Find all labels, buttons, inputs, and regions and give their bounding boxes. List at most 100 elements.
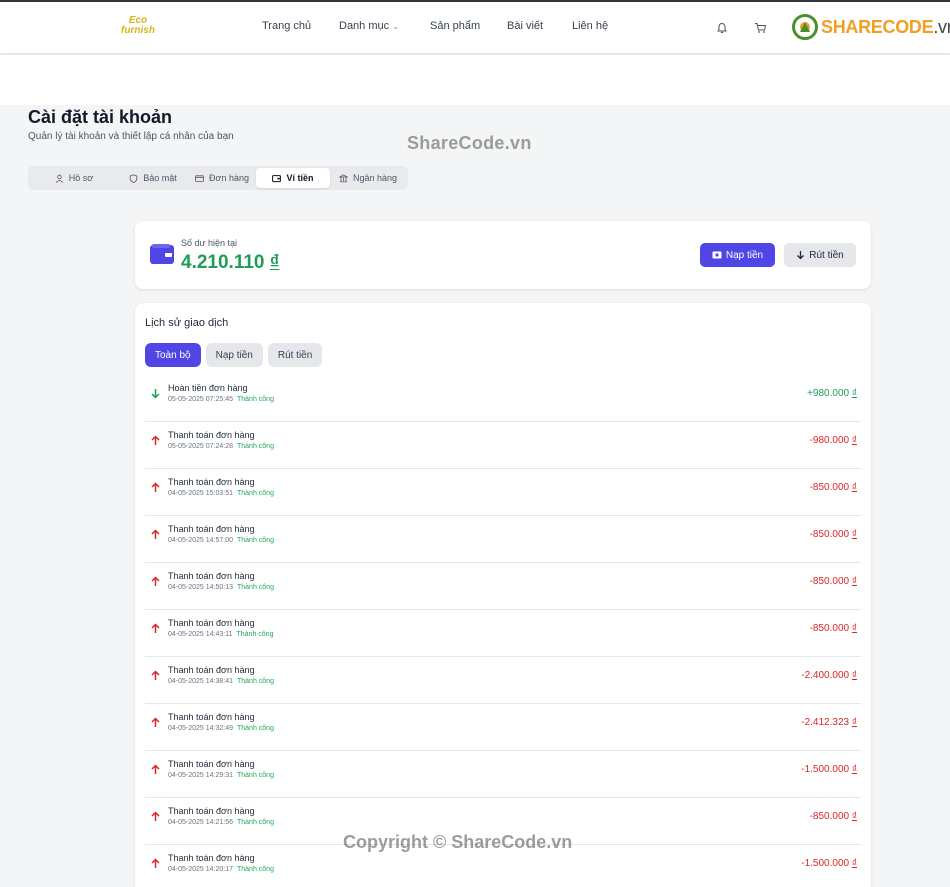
transaction-meta: 04-05-2025 14:38:41 Thành công — [168, 678, 274, 685]
tab-orders-label: Đơn hàng — [209, 173, 249, 183]
tab-security[interactable]: Bảo mật — [118, 168, 188, 188]
transaction-meta: 04-05-2025 14:20:17 Thành công — [168, 866, 274, 873]
watermark-bottom: Copyright © ShareCode.vn — [343, 832, 573, 852]
history-filters: Toàn bộ Nạp tiền Rút tiền — [145, 343, 323, 367]
arrow-down-icon — [151, 389, 160, 399]
balance-label: Số dư hiện tại — [181, 238, 238, 248]
transaction-meta: 05-05-2025 07:24:28 Thành công — [168, 443, 274, 450]
transaction-status: Thành công — [237, 537, 274, 544]
transaction-status: Thành công — [237, 443, 274, 450]
transaction-title: Thanh toán đơn hàng — [168, 806, 255, 816]
transaction-amount-value: -1.500.000 — [801, 858, 850, 869]
user-icon — [55, 174, 63, 183]
transaction-meta: 04-05-2025 14:50:13 Thành công — [168, 584, 274, 591]
transaction-amount: -850.000 ₫ — [810, 811, 857, 822]
tab-security-label: Bảo mật — [143, 173, 177, 183]
transaction-time: 04-05-2025 14:20:17 — [168, 866, 233, 873]
transaction-time: 04-05-2025 14:38:41 — [168, 678, 233, 685]
deposit-button[interactable]: Nạp tiền — [700, 243, 775, 267]
card-icon — [195, 174, 204, 182]
transaction-currency: ₫ — [851, 858, 857, 869]
site-logo[interactable]: Eco furnish — [118, 16, 158, 40]
arrow-up-icon — [151, 811, 160, 821]
withdraw-button[interactable]: Rút tiền — [784, 243, 856, 267]
nav-categories-label: Danh mục — [339, 20, 390, 32]
page-subtitle: Quản lý tài khoản và thiết lập cá nhân c… — [28, 131, 234, 142]
transaction-meta: 04-05-2025 14:29:31 Thành công — [168, 772, 274, 779]
transaction-time: 04-05-2025 14:43:11 — [168, 631, 233, 638]
transaction-title: Thanh toán đơn hàng — [168, 853, 255, 863]
nav-contact[interactable]: Liên hệ — [572, 20, 608, 32]
transaction-currency: ₫ — [851, 576, 857, 587]
transaction-amount: -2.400.000 ₫ — [801, 670, 857, 681]
arrow-up-icon — [151, 623, 160, 633]
arrow-up-icon — [151, 670, 160, 680]
tab-orders[interactable]: Đơn hàng — [188, 168, 256, 188]
transaction-amount-value: -850.000 — [809, 482, 850, 493]
arrow-up-icon — [151, 858, 160, 868]
transaction-status: Thành công — [237, 866, 274, 873]
transaction-meta: 04-05-2025 14:57:00 Thành công — [168, 537, 274, 544]
main-nav: Trang chủ Danh mục ⌄ Sản phẩm Bài viết L… — [262, 20, 608, 32]
nav-posts[interactable]: Bài viết — [507, 20, 572, 32]
top-navbar: Eco furnish Trang chủ Danh mục ⌄ Sản phẩ… — [0, 0, 950, 54]
arrow-up-icon — [151, 717, 160, 727]
watermark-top: ShareCode.vn — [407, 133, 532, 153]
transaction-row: Hoàn tiền đơn hàng 05-05-2025 07:25:45 Thà… — [145, 375, 861, 422]
tab-bank-label: Ngân hàng — [352, 173, 398, 183]
tab-bank[interactable]: Ngân hàng — [330, 168, 406, 188]
transaction-title: Thanh toán đơn hàng — [168, 430, 255, 440]
balance-currency: ₫ — [269, 252, 280, 273]
transaction-time: 04-05-2025 14:32:49 — [168, 725, 233, 732]
transaction-amount: +980.000 ₫ — [807, 388, 857, 399]
arrow-down-icon — [797, 251, 805, 260]
transaction-amount-value: -850.000 — [809, 811, 850, 822]
transaction-amount: -850.000 ₫ — [810, 482, 857, 493]
transaction-amount-value: -2.412.323 — [801, 717, 850, 728]
filter-deposit[interactable]: Nạp tiền — [205, 343, 263, 367]
transaction-title: Thanh toán đơn hàng — [168, 524, 255, 534]
transaction-status: Thành công — [237, 772, 274, 779]
transaction-status: Thành công — [237, 725, 274, 732]
transaction-title: Thanh toán đơn hàng — [168, 618, 255, 628]
transaction-time: 04-05-2025 15:03:51 — [168, 490, 233, 497]
transaction-status: Thành công — [237, 584, 274, 591]
bank-icon — [338, 173, 348, 182]
nav-categories[interactable]: Danh mục ⌄ — [339, 20, 430, 32]
settings-tabs: Hồ sơ Bảo mật Đơn hàng Ví tiền Ngân hàng — [28, 166, 408, 190]
transaction-row: Thanh toán đơn hàng 05-05-2025 07:24:28 Th… — [145, 422, 861, 469]
transaction-meta: 04-05-2025 14:43:11 Thành công — [168, 631, 273, 638]
transaction-amount: -850.000 ₫ — [810, 576, 857, 587]
transaction-time: 04-05-2025 14:50:13 — [168, 584, 233, 591]
page-title: Cài đặt tài khoản — [28, 107, 173, 127]
bell-icon[interactable] — [716, 22, 728, 34]
tab-profile[interactable]: Hồ sơ — [30, 168, 118, 188]
logo-text-bottom: furnish — [121, 25, 155, 36]
cart-icon[interactable] — [754, 22, 767, 34]
transaction-status: Thành công — [237, 678, 274, 685]
transaction-meta: 05-05-2025 07:25:45 Thành công — [168, 396, 274, 403]
transaction-time: 05-05-2025 07:24:28 — [168, 443, 233, 450]
chevron-down-icon: ⌄ — [392, 22, 399, 31]
arrow-up-icon — [151, 764, 160, 774]
transaction-title: Thanh toán đơn hàng — [168, 712, 255, 722]
filter-withdraw[interactable]: Rút tiền — [267, 343, 323, 367]
transaction-row: Thanh toán đơn hàng 04-05-2025 14:32:49 Th… — [145, 704, 861, 751]
nav-products[interactable]: Sản phẩm — [430, 20, 507, 32]
transaction-currency: ₫ — [851, 764, 857, 775]
transaction-amount: -850.000 ₫ — [810, 623, 857, 634]
transaction-row: Thanh toán đơn hàng 04-05-2025 15:03:51 Th… — [145, 469, 861, 516]
transaction-row: Thanh toán đơn hàng 04-05-2025 14:29:31 Th… — [145, 751, 861, 798]
transaction-row: Thanh toán đơn hàng 04-05-2025 14:38:41 Th… — [145, 657, 861, 704]
filter-all[interactable]: Toàn bộ — [145, 343, 201, 367]
wallet-icon — [272, 174, 282, 182]
transaction-time: 04-05-2025 14:29:31 — [168, 772, 233, 779]
nav-home[interactable]: Trang chủ — [262, 20, 339, 32]
transaction-currency: ₫ — [851, 388, 857, 399]
transaction-status: Thành công — [237, 490, 274, 497]
transaction-title: Thanh toán đơn hàng — [168, 759, 255, 769]
transaction-row: Thanh toán đơn hàng 04-05-2025 14:43:11 Th… — [145, 610, 861, 657]
tab-wallet[interactable]: Ví tiền — [256, 168, 330, 188]
balance-value: 4.210.110 ₫ — [181, 252, 280, 274]
arrow-up-icon — [151, 482, 160, 492]
